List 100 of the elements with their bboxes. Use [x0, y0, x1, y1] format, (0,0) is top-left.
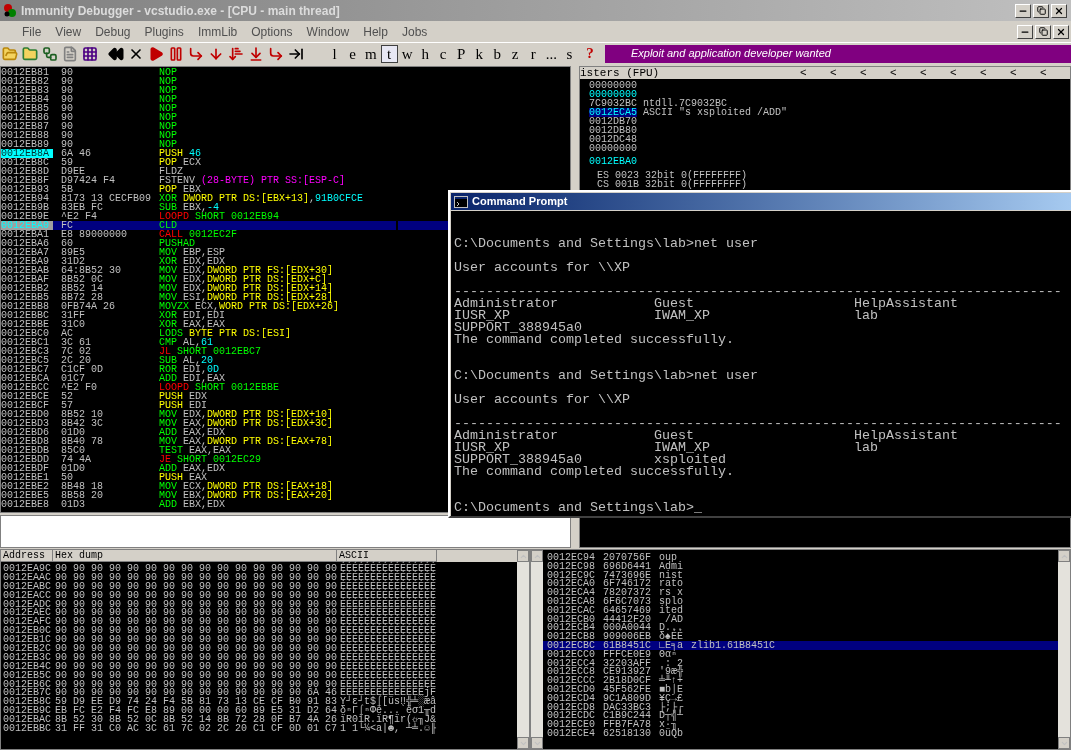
toolbar-letter-button[interactable]: k [470, 44, 488, 63]
minimize-button[interactable] [1017, 24, 1033, 39]
toolbar-letter-button[interactable]: c [434, 44, 452, 63]
hex-cell-text: 64:8B52 30 [60, 266, 122, 275]
instruction-cell-text: LOOPD SHORT 0012EB94 [158, 212, 281, 221]
toolbar-letter-button[interactable]: b [488, 44, 506, 63]
pause-icon [168, 45, 184, 62]
menu-item[interactable]: ImmLib [197, 22, 238, 41]
stack-row[interactable]: 0012EC98 696D6441 Admi [543, 561, 1058, 571]
hex-cell-text: 90 [60, 140, 74, 149]
toolbar-letter-button[interactable]: e [344, 44, 361, 63]
disassembly-row[interactable]: 0012EB88 90 NOP [1, 131, 571, 140]
stack-row[interactable]: 0012EC94 2070756F oup [543, 553, 1058, 562]
stack-row[interactable]: 0012ECA4 78207372 rs x [543, 588, 1058, 597]
address-cell-text: 0012EB7C [2, 688, 52, 698]
stack-row[interactable]: 0012ECA0 6F746172 rato [543, 579, 1058, 589]
stack-row[interactable]: 0012ECD0 45F562FE ■b⌡E [543, 684, 1058, 694]
scroll-arrow[interactable]: < [980, 68, 1010, 78]
stack-row[interactable]: 0012ECD4 9C1A809D ¥Ç→£ [543, 693, 1058, 703]
column-header[interactable]: ASCII [337, 550, 437, 562]
instruction-cell-text: FSTENV (28-BYTE) PTR SS:[ESP-C] [158, 176, 347, 185]
stack-row[interactable]: 0012ECA8 6F6C7073 splo [543, 597, 1058, 606]
menu-item[interactable]: Jobs [401, 22, 428, 41]
scrollbar[interactable] [517, 550, 529, 749]
disassembly-row[interactable]: 0012EB8D D9EE FLDZ [1, 167, 571, 176]
toolbar-letter-button[interactable]: m [362, 44, 380, 63]
toolbar-letter-button[interactable]: z [506, 44, 524, 63]
column-header[interactable]: Address [1, 550, 53, 562]
disassembly-row[interactable]: 0012EB83 90 NOP [1, 86, 571, 95]
close-icon [1056, 26, 1066, 37]
scroll-arrow[interactable]: < [1040, 68, 1070, 78]
scroll-arrow[interactable]: < [800, 68, 830, 78]
ascii-cell: ÉÉÉÉÉÉÉÉÉÉÉÉÉÉÉÉ [340, 679, 436, 689]
toolbar-letter-button[interactable]: ... [542, 44, 560, 63]
hex-cell-text: 90 [60, 113, 74, 122]
scrollbar[interactable] [1058, 550, 1070, 749]
column-header[interactable]: Hex dump [53, 550, 337, 562]
banner-text: Exploit and application developer wanted [630, 46, 831, 62]
help-button[interactable]: ? [580, 42, 599, 65]
close-button[interactable] [1053, 24, 1069, 39]
stack-row[interactable]: 0012EC9C 7473696E nist [543, 570, 1058, 580]
scroll-arrow[interactable]: < [890, 68, 920, 78]
restore-button[interactable] [1033, 3, 1049, 18]
menu-item[interactable]: Debug [95, 22, 131, 41]
scroll-arrow[interactable]: < [920, 68, 950, 78]
stack-row[interactable]: 0012ECCC 2B18D0CF ╧╨↑+ [543, 676, 1058, 685]
stack-row[interactable]: 0012ECE4 62518130 0üQb [543, 728, 1058, 738]
disassembly-row[interactable]: 0012EB8F D97424 F4 FSTENV (28-BYTE) PTR SS:[ESP-C] [1, 176, 571, 185]
disassembly-row[interactable]: 0012EB93 5B POP EBX [1, 185, 571, 194]
disassembly-row[interactable]: 0012EB86 90 NOP [1, 113, 571, 122]
register-comment: ntdll.7C9032BC [643, 99, 728, 108]
console-line: SUPPORT_388945a0 xsploited [454, 454, 726, 466]
disassembly-row[interactable]: 0012EB8C 59 POP ECX [1, 158, 571, 167]
menu-item[interactable]: Window [306, 22, 350, 41]
console-line: ---------------------------------------------------------------------------- [454, 418, 1063, 430]
stack-row[interactable]: 0012ECDC C1B9C244 D┬╣┴ [543, 711, 1058, 721]
menu-item[interactable]: Options [251, 22, 293, 41]
disassembly-row[interactable]: 0012EB84 90 NOP [1, 95, 571, 104]
hex-cell-text: EB FC E2 F4 FC E8 89 00 00 00 60 89 E5 31 D2 64 [55, 706, 339, 716]
address-cell-text: 0012EB8C [2, 697, 52, 707]
scroll-arrow[interactable]: < [1010, 68, 1040, 78]
toolbar-letter-button[interactable]: t [380, 44, 398, 63]
toolbar-letter-button[interactable]: l [326, 44, 343, 63]
minimize-button[interactable] [1015, 3, 1031, 18]
toolbar-letter-button[interactable]: h [416, 44, 434, 63]
ascii-cell-text: D┬╣┴ [659, 711, 683, 721]
instruction-cell-text: LODS BYTE PTR DS:[ESI] [158, 329, 293, 338]
rewind-icon [108, 45, 124, 62]
scrollbar[interactable] [531, 550, 543, 749]
console-line: User accounts for \\XP [454, 262, 631, 274]
scroll-arrow[interactable]: < [860, 68, 890, 78]
menu-item[interactable]: File [22, 22, 42, 41]
scroll-arrow[interactable]: < [950, 68, 980, 78]
hex-cell-text: 31FF [60, 311, 86, 320]
toolbar-letter-button[interactable]: P [452, 44, 470, 63]
hex-cell-text: 5B [60, 185, 73, 194]
scroll-arrow[interactable]: < [830, 68, 860, 78]
disassembly-row[interactable]: 0012EB8A 6A 46 PUSH 46 [1, 149, 571, 158]
restore-button[interactable] [1035, 24, 1051, 39]
close-button[interactable] [1051, 3, 1067, 18]
toolbar-letter-button[interactable]: s [560, 44, 578, 63]
disassembly-row[interactable]: 0012EB85 90 NOP [1, 104, 571, 113]
address-cell-text: 0012EBDF [1, 464, 50, 473]
menu-item[interactable]: Help [363, 22, 388, 41]
disassembly-row[interactable]: 0012EB81 90 NOP [1, 68, 571, 77]
stack-row[interactable]: 0012ECE0 FFB7FA78 x·╖ [543, 720, 1058, 729]
address-cell-text: 0012EB89 [1, 140, 50, 149]
address-cell-text: 0012ECAC [546, 605, 596, 615]
toolbar-letter-button[interactable]: w [398, 44, 416, 63]
stack-row[interactable]: 0012ECBC 61B8451C ∟E╕a zlib1.61B8451C [543, 640, 1058, 650]
menu-item[interactable]: Plugins [144, 22, 184, 41]
toolbar-letter-button[interactable]: r [524, 44, 542, 63]
stack-row[interactable]: 0012ECB0 44412F20 /AD [543, 614, 1058, 624]
hex-cell-text: 90 90 90 90 90 90 90 90 90 90 90 90 90 90 90 90 [55, 679, 339, 689]
disassembly-row[interactable]: 0012EB89 90 NOP [1, 140, 571, 149]
disassembly-row[interactable]: 0012EB87 90 NOP [1, 122, 571, 131]
stack-row[interactable]: 0012ECAC 64657469 ited [543, 605, 1058, 615]
disassembly-row[interactable]: 0012EB82 90 NOP [1, 77, 571, 86]
stack-row[interactable]: 0012ECC0 FFFCE0E9 Θαⁿ [543, 649, 1058, 659]
menu-item[interactable]: View [55, 22, 82, 41]
